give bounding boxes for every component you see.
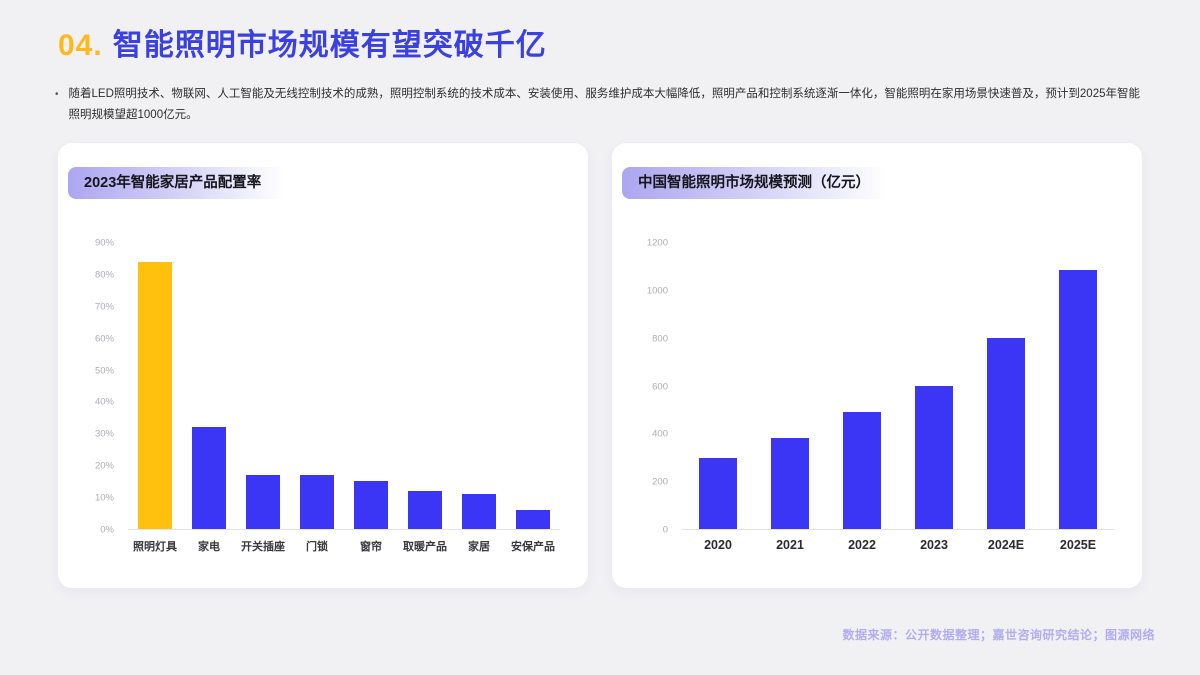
y-tick-label: 20% [95, 461, 114, 472]
y-tick-label: 400 [652, 429, 668, 440]
bar [843, 412, 881, 529]
bar-column: 家居 [452, 243, 506, 529]
page-title-text: 智能照明市场规模有望突破千亿 [113, 29, 547, 62]
page-title: 04. 智能照明市场规模有望突破千亿 [58, 20, 547, 64]
x-category-label: 2024E [988, 538, 1024, 552]
y-tick-label: 200 [652, 477, 668, 488]
x-category-label: 家电 [198, 538, 220, 554]
y-tick-label: 30% [95, 429, 114, 440]
bar-column: 2024E [970, 243, 1042, 529]
bar-column: 窗帘 [344, 243, 398, 529]
bullet-text: 随着LED照明技术、物联网、人工智能及无线控制技术的成熟，照明控制系统的技术成本… [69, 84, 1140, 126]
y-tick-label: 40% [95, 397, 114, 408]
bar [300, 475, 334, 529]
bar-column: 2020 [682, 243, 754, 529]
y-tick-label: 90% [95, 238, 114, 249]
bullet-marker: • [55, 84, 59, 126]
x-category-label: 取暖产品 [403, 538, 447, 554]
y-tick-label: 50% [95, 365, 114, 376]
x-category-label: 窗帘 [360, 538, 382, 554]
bar [699, 458, 737, 530]
x-category-label: 家居 [468, 538, 490, 554]
bar-column: 照明灯具 [128, 243, 182, 529]
bar [192, 427, 226, 529]
y-tick-label: 600 [652, 381, 668, 392]
y-tick-label: 60% [95, 333, 114, 344]
x-category-label: 2020 [704, 538, 732, 552]
chart-card-smart-home-config-rate: 2023年智能家居产品配置率 0% 10% 20% 30% 40% 50% 60% 70% 80… [58, 143, 588, 588]
y-tick-label: 0 [663, 525, 668, 536]
bar-column: 安保产品 [506, 243, 560, 529]
bar-column: 门锁 [290, 243, 344, 529]
chart-title-badge: 2023年智能家居产品配置率 [68, 167, 313, 199]
bar [915, 386, 953, 529]
bar-chart: 0%10%20%30%40%50%60%70%80%90% 照明灯具家电开关插座… [86, 243, 562, 530]
page-number: 04. [58, 29, 103, 62]
bar [1059, 270, 1097, 529]
bar-column: 2022 [826, 243, 898, 529]
y-tick-label: 800 [652, 333, 668, 344]
y-tick-label: 70% [95, 301, 114, 312]
x-category-label: 照明灯具 [133, 538, 177, 554]
x-category-label: 安保产品 [511, 538, 555, 554]
data-source-note: 数据来源：公开数据整理；嘉世咨询研究结论；图源网络 [842, 626, 1155, 643]
x-category-label: 2022 [848, 538, 876, 552]
x-category-label: 2025E [1060, 538, 1096, 552]
x-category-label: 开关插座 [241, 538, 285, 554]
y-tick-label: 1000 [647, 285, 668, 296]
x-category-label: 2023 [920, 538, 948, 552]
bar-column: 开关插座 [236, 243, 290, 529]
x-category-label: 2021 [776, 538, 804, 552]
plot-area: 20202021202220232024E2025E [682, 243, 1114, 530]
y-tick-label: 10% [95, 493, 114, 504]
bar-column: 家电 [182, 243, 236, 529]
bar [462, 494, 496, 529]
bar [987, 338, 1025, 529]
bar [138, 262, 172, 529]
bar [408, 491, 442, 529]
bar-column: 2025E [1042, 243, 1114, 529]
bar [246, 475, 280, 529]
slide: 04. 智能照明市场规模有望突破千亿 • 随着LED照明技术、物联网、人工智能及无… [0, 0, 1200, 675]
bar-chart: 020040060080010001200 202020212022202320… [640, 243, 1116, 530]
plot-area: 照明灯具家电开关插座门锁窗帘取暖产品家居安保产品 [128, 243, 560, 530]
bar [516, 510, 550, 529]
y-tick-label: 0% [100, 525, 114, 536]
bar [771, 438, 809, 529]
bar-column: 取暖产品 [398, 243, 452, 529]
bar-column: 2021 [754, 243, 826, 529]
chart-title-badge: 中国智能照明市场规模预测（亿元） [622, 167, 922, 199]
y-axis: 020040060080010001200 [640, 243, 676, 530]
x-category-label: 门锁 [306, 538, 328, 554]
y-axis: 0%10%20%30%40%50%60%70%80%90% [86, 243, 122, 530]
bar [354, 481, 388, 529]
chart-card-market-size-forecast: 中国智能照明市场规模预测（亿元） 0 200 400 600 800 1000 1200 2… [612, 143, 1142, 588]
bullet-item: • 随着LED照明技术、物联网、人工智能及无线控制技术的成熟，照明控制系统的技术… [55, 84, 1140, 126]
bar-column: 2023 [898, 243, 970, 529]
y-tick-label: 1200 [647, 238, 668, 249]
y-tick-label: 80% [95, 269, 114, 280]
